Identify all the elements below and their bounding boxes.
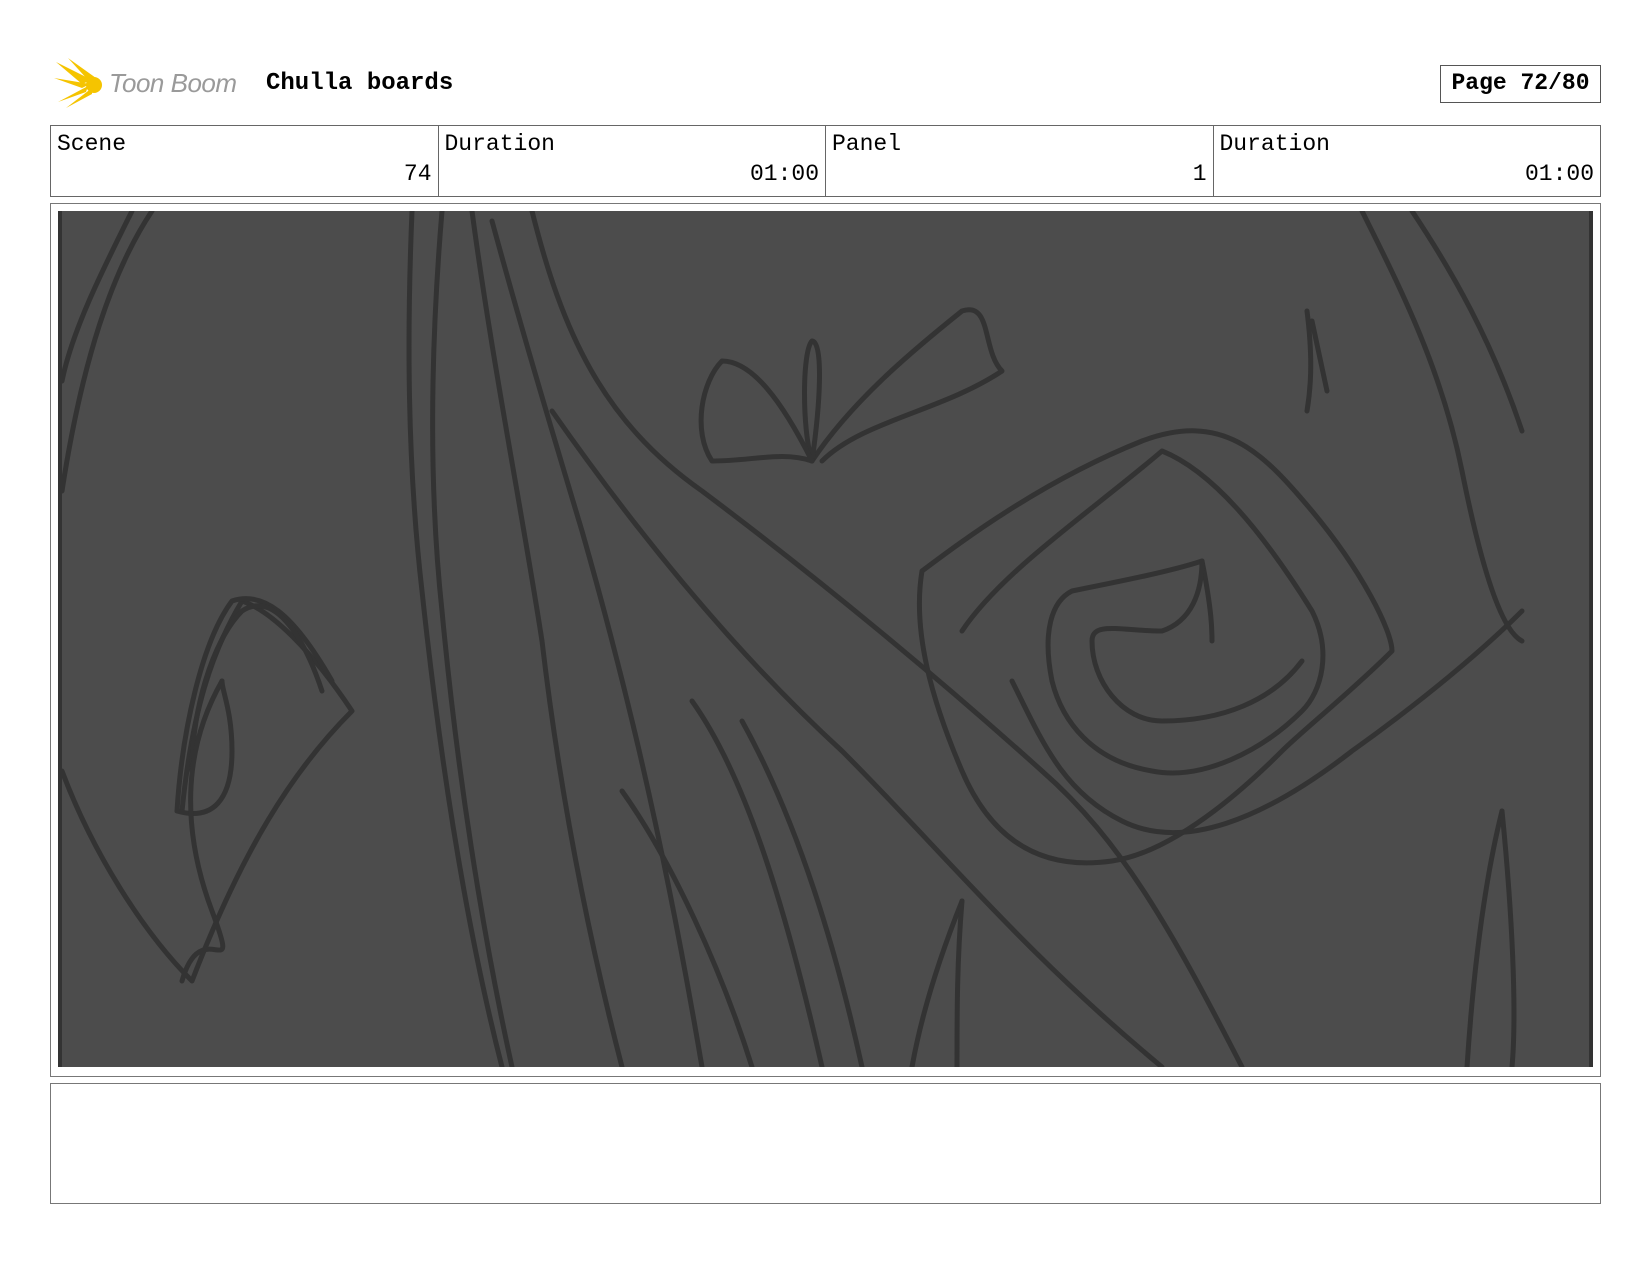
brand-name: Toon Boom [109, 68, 237, 98]
scene-duration-cell: Duration 01:00 [439, 126, 826, 196]
panel-label: Panel [832, 131, 902, 157]
panel-notes-box [50, 1083, 1601, 1204]
scene-value: 74 [403, 161, 432, 187]
panel-duration-label: Duration [1219, 131, 1330, 157]
storyboard-sketch [58, 211, 1593, 1067]
storyboard-panel-frame [50, 203, 1601, 1077]
sketch-drawing [62, 211, 1525, 1067]
scene-cell: Scene 74 [51, 126, 439, 196]
toon-boom-burst-icon [54, 58, 102, 108]
scene-duration-label: Duration [444, 131, 555, 157]
page-indicator: Page 72/80 [1440, 65, 1601, 103]
scene-label: Scene [57, 131, 127, 157]
document-title: Chulla boards [266, 70, 454, 97]
scene-duration-value: 01:00 [749, 161, 819, 187]
scene-info-table: Scene 74 Duration 01:00 Panel 1 Duration… [50, 125, 1601, 197]
panel-duration-value: 01:00 [1524, 161, 1594, 187]
panel-cell: Panel 1 [826, 126, 1214, 196]
panel-value: 1 [1192, 161, 1207, 187]
panel-duration-cell: Duration 01:00 [1214, 126, 1601, 196]
